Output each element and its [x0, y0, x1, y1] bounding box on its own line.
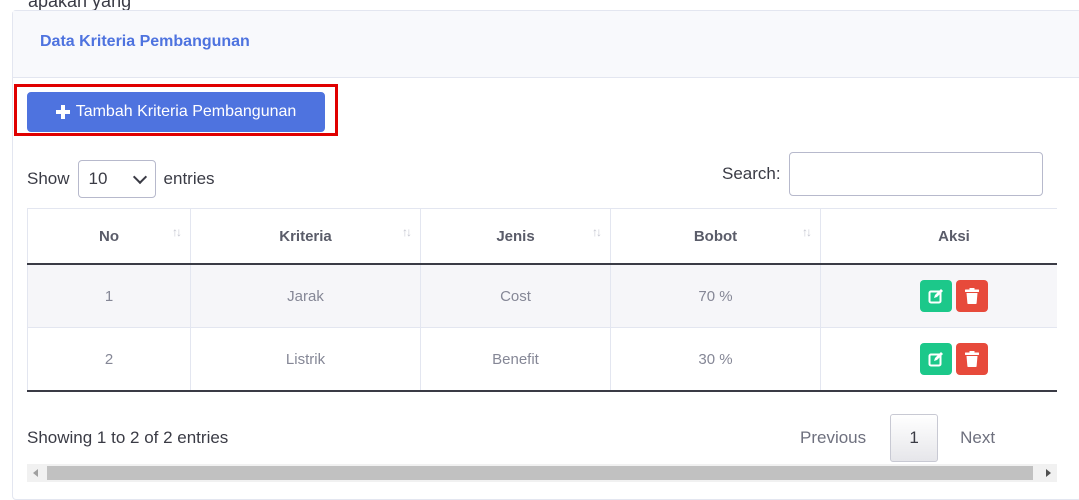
- edit-icon: [928, 352, 943, 367]
- trash-icon: [965, 351, 979, 367]
- table-header-row: No ↑↓ Kriteria ↑↓ Jenis ↑↓ Bobot ↑↓ Aksi↑↓: [27, 208, 1057, 265]
- show-label: Show: [27, 169, 70, 188]
- header-label: Kriteria: [279, 227, 332, 245]
- search-label: Search:: [722, 164, 781, 183]
- header-label: Jenis: [496, 227, 535, 245]
- edit-icon: [928, 289, 943, 304]
- trash-icon: [965, 288, 979, 304]
- row-actions: [920, 343, 988, 375]
- search-input[interactable]: [788, 152, 1043, 196]
- table-row: 1 Jarak Cost 70 %: [27, 263, 1057, 328]
- cell-kriteria: Jarak: [190, 263, 421, 328]
- add-criteria-button[interactable]: Tambah Kriteria Pembangunan: [27, 92, 325, 132]
- edit-button[interactable]: [920, 280, 952, 312]
- next-page-button[interactable]: Next: [960, 428, 995, 448]
- sort-icon: ↑↓: [802, 225, 812, 239]
- previous-page-button[interactable]: Previous: [800, 428, 866, 448]
- cell-kriteria: Listrik: [190, 327, 421, 392]
- length-control: Show 10 entries: [27, 160, 215, 198]
- plus-icon: [55, 105, 70, 119]
- cell-bobot: 30 %: [610, 327, 821, 392]
- entries-label: entries: [163, 169, 215, 188]
- cell-bobot: 70 %: [610, 263, 821, 328]
- criteria-table: No ↑↓ Kriteria ↑↓ Jenis ↑↓ Bobot ↑↓ Aksi↑↓ 1…: [27, 208, 1057, 392]
- search-control: Search:: [722, 152, 1043, 196]
- table-scroll-area: No ↑↓ Kriteria ↑↓ Jenis ↑↓ Bobot ↑↓ Aksi↑↓ 1…: [27, 208, 1057, 398]
- column-header-jenis[interactable]: Jenis ↑↓: [420, 208, 611, 265]
- cell-jenis: Cost: [420, 263, 611, 328]
- chevron-down-icon: [132, 169, 147, 185]
- delete-button[interactable]: [956, 343, 988, 375]
- scroll-left-icon[interactable]: [33, 469, 38, 477]
- column-header-kriteria[interactable]: Kriteria ↑↓: [190, 208, 421, 265]
- card-title: Data Kriteria Pembangunan: [40, 33, 250, 50]
- pagination: Previous 1 Next: [800, 414, 995, 462]
- column-header-no[interactable]: No ↑↓: [27, 208, 191, 265]
- sort-icon: ↑↓: [592, 225, 602, 239]
- horizontal-scrollbar[interactable]: [27, 464, 1057, 482]
- add-criteria-label: Tambah Kriteria Pembangunan: [75, 103, 297, 120]
- cell-aksi: [820, 327, 1057, 392]
- table-info: Showing 1 to 2 of 2 entries: [27, 428, 229, 447]
- page-button-current[interactable]: 1: [890, 414, 939, 462]
- delete-button[interactable]: [956, 280, 988, 312]
- edit-button[interactable]: [920, 343, 952, 375]
- column-header-aksi[interactable]: Aksi↑↓: [820, 208, 1057, 265]
- entries-select[interactable]: 10: [77, 160, 156, 198]
- scroll-right-icon[interactable]: [1046, 469, 1051, 477]
- header-label: Aksi: [938, 227, 970, 245]
- header-label: Bobot: [693, 227, 738, 245]
- row-actions: [920, 280, 988, 312]
- card-header: Data Kriteria Pembangunan: [13, 11, 1079, 78]
- sort-icon: ↑↓: [402, 225, 412, 239]
- cell-no: 1: [27, 263, 191, 328]
- cell-no: 2: [27, 327, 191, 392]
- cell-aksi: [820, 263, 1057, 328]
- entries-select-value: 10: [88, 169, 108, 188]
- scrollbar-thumb[interactable]: [47, 466, 1033, 480]
- column-header-bobot[interactable]: Bobot ↑↓: [610, 208, 821, 265]
- table-row: 2 Listrik Benefit 30 %: [27, 327, 1057, 392]
- sort-icon: ↑↓: [172, 225, 182, 239]
- cell-jenis: Benefit: [420, 327, 611, 392]
- header-label: No: [99, 227, 119, 245]
